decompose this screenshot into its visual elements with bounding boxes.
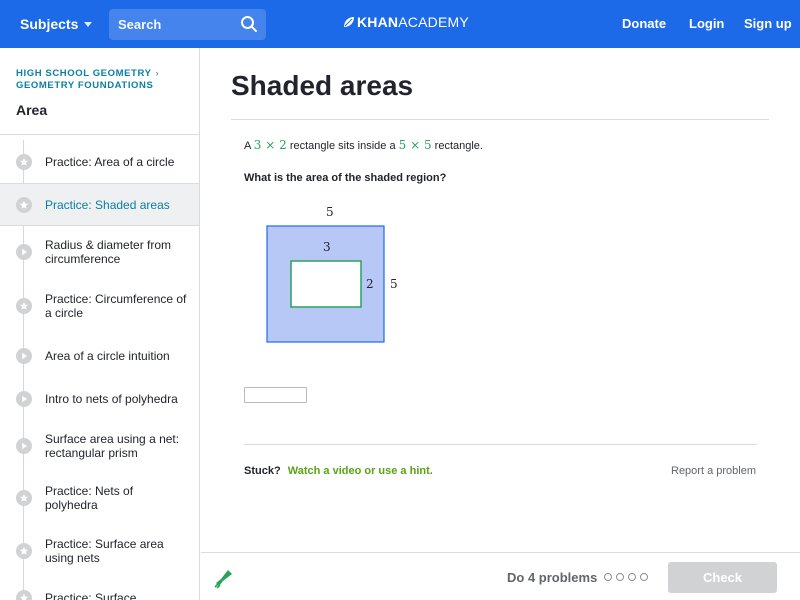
donate-link[interactable]: Donate (622, 16, 666, 31)
sidebar-item-label: Practice: Nets of polyhedra (45, 483, 134, 512)
sidebar-item-label: Area of a circle intuition (45, 348, 170, 363)
leaf-icon (344, 17, 354, 27)
sidebar-item-label: Practice: Area of a circle (45, 154, 175, 169)
sidebar-item-label: Practice: Shaded areas (45, 197, 170, 212)
outer-dimensions: 5 × 5 (398, 138, 432, 152)
inner-top-label: 3 (323, 240, 331, 254)
exercise-panel: Shaded areas A 3 × 2 rectangle sits insi… (201, 48, 800, 552)
progress-dot (640, 573, 648, 581)
sidebar-item-label: Surface area using a net: rectangular pr… (45, 431, 180, 460)
sidebar-item-label: Radius & diameter from circumference (45, 237, 172, 266)
scratchpad-icon[interactable] (213, 567, 235, 589)
sidebar-item[interactable]: Surface area using a net: rectangular pr… (0, 420, 199, 471)
star-icon (16, 153, 32, 170)
sidebar-item[interactable]: Area of a circle intuition (0, 334, 199, 377)
stuck-row: Stuck? Watch a video or use a hint. (244, 465, 433, 477)
chevron-right-icon: › (155, 68, 160, 79)
sidebar-item[interactable]: Practice: Circumference of a circle (0, 277, 199, 334)
sidebar-item-label: Intro to nets of polyhedra (45, 391, 178, 406)
star-icon (16, 489, 32, 506)
inner-right-label: 2 (366, 277, 374, 291)
breadcrumb-course[interactable]: HIGH SCHOOL GEOMETRY › (16, 68, 159, 79)
hint-link[interactable]: Watch a video or use a hint. (288, 465, 433, 477)
sidebar-divider (0, 134, 199, 135)
title-divider (231, 119, 769, 120)
play-icon (16, 437, 32, 454)
login-link[interactable]: Login (689, 16, 724, 31)
subjects-label: Subjects (20, 16, 79, 32)
progress-dot (604, 573, 612, 581)
logo-text-bold: KHAN (357, 14, 399, 30)
sidebar-item-label: Practice: Surface area using nets (45, 537, 164, 565)
signup-link[interactable]: Sign up (744, 16, 792, 31)
sidebar-item-label: Practice: Circumference of a circle (45, 291, 187, 320)
question-text: What is the area of the shaded region? (244, 172, 447, 184)
answer-input[interactable] (244, 387, 307, 403)
section-title: Area (16, 102, 48, 118)
star-icon (16, 196, 32, 213)
progress-dots (604, 573, 648, 581)
star-icon (16, 543, 32, 559)
search-box (109, 9, 266, 40)
sidebar-item[interactable]: Practice: Shaded areas (0, 183, 199, 226)
sidebar-item[interactable]: Practice: Surface (0, 578, 199, 600)
stuck-label: Stuck? (244, 465, 281, 477)
sidebar-item[interactable]: Practice: Surface area using nets (0, 524, 199, 578)
report-problem-link[interactable]: Report a problem (671, 465, 756, 477)
subjects-menu-button[interactable]: Subjects (20, 0, 93, 48)
sidebar-item[interactable]: Practice: Nets of polyhedra (0, 471, 199, 524)
outer-right-label: 5 (390, 277, 398, 291)
star-icon (16, 590, 32, 600)
inner-dimensions: 3 × 2 (253, 138, 287, 152)
star-icon (16, 297, 32, 314)
search-icon[interactable] (240, 15, 258, 33)
lesson-sidebar: HIGH SCHOOL GEOMETRY › GEOMETRY FOUNDATIO… (0, 48, 200, 600)
prompt-middle: rectangle sits inside a (289, 140, 396, 152)
exercise-footer: Do 4 problems Check (201, 552, 800, 600)
sidebar-item-label: Practice: Surface (45, 591, 137, 600)
chevron-down-icon (84, 21, 93, 27)
answer-divider (244, 444, 757, 445)
play-icon (16, 390, 32, 407)
check-button[interactable]: Check (668, 562, 777, 593)
shaded-area-figure: 5 3 2 5 (266, 205, 398, 343)
progress-dot (616, 573, 624, 581)
logo-text-light: ACADEMY (398, 14, 469, 30)
do-problems-label: Do 4 problems (507, 570, 598, 585)
outer-top-label: 5 (326, 205, 334, 219)
progress-dot (628, 573, 636, 581)
sidebar-item[interactable]: Practice: Area of a circle (0, 140, 199, 183)
sidebar-item[interactable]: Radius & diameter from circumference (0, 226, 199, 277)
prompt-end: rectangle. (434, 140, 483, 152)
breadcrumb-course-label: HIGH SCHOOL GEOMETRY (16, 68, 152, 79)
sidebar-item[interactable]: Intro to nets of polyhedra (0, 377, 199, 420)
khan-academy-logo[interactable]: KHAN ACADEMY (343, 14, 469, 30)
lesson-list: Practice: Area of a circle Practice: Shad… (0, 140, 199, 600)
inner-rectangle (290, 260, 362, 308)
play-icon (16, 347, 32, 364)
prompt-word-a: A (244, 140, 251, 152)
play-icon (16, 243, 32, 260)
breadcrumb-unit[interactable]: GEOMETRY FOUNDATIONS (16, 80, 153, 91)
problem-statement: A 3 × 2 rectangle sits inside a 5 × 5 re… (244, 138, 483, 152)
page-title: Shaded areas (231, 70, 414, 101)
top-navigation-bar: Subjects KHANACADEMY Donate Login Sign u… (0, 0, 800, 48)
search-input[interactable] (118, 17, 238, 32)
